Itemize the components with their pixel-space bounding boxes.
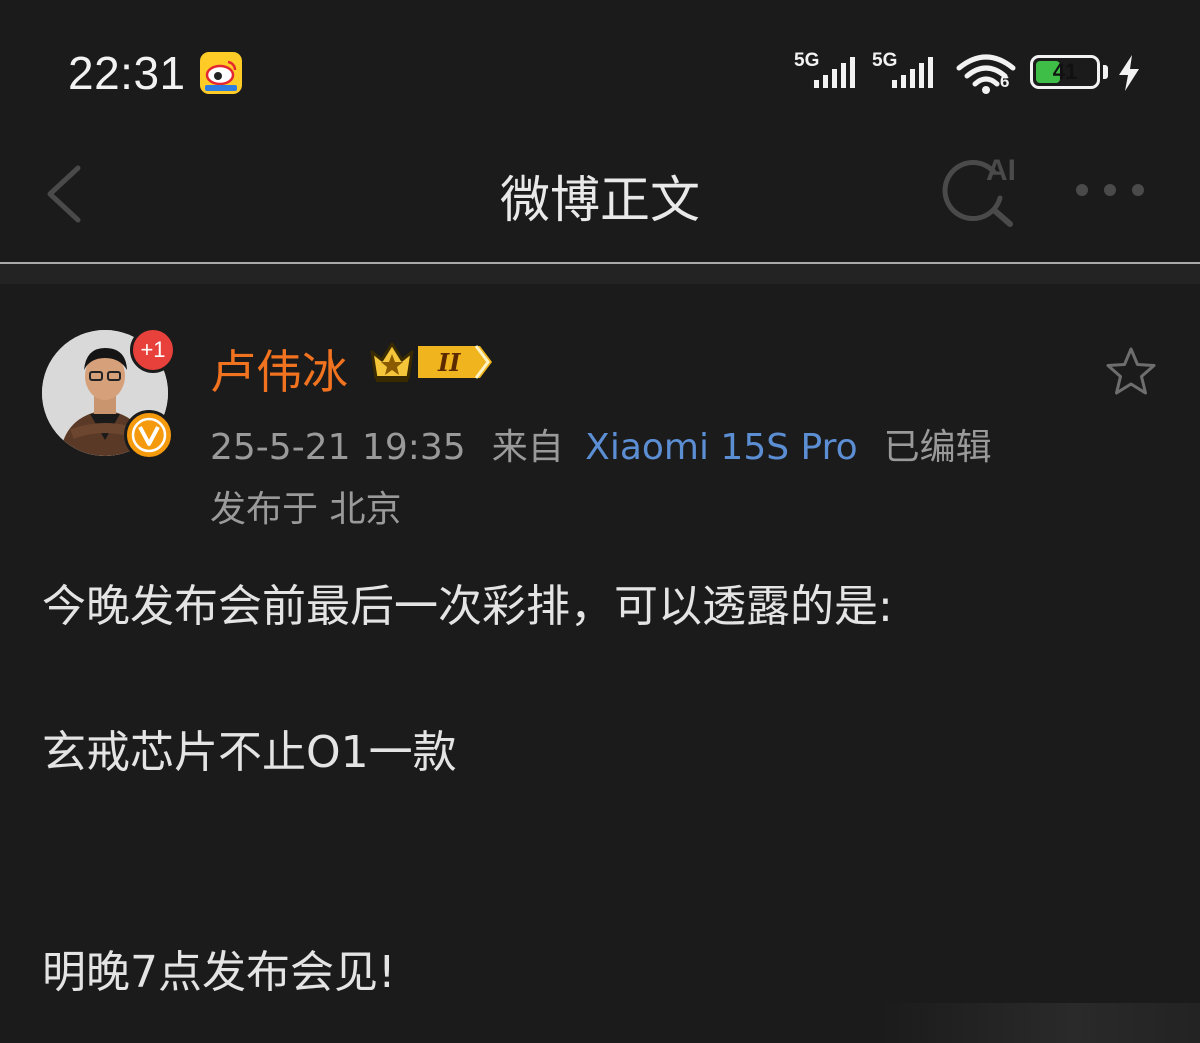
bottom-watermark-fade <box>880 1003 1200 1043</box>
plus-one-badge: +1 <box>130 327 176 373</box>
author-name[interactable]: 卢伟冰 <box>210 336 348 402</box>
status-time: 22:31 <box>68 47 186 99</box>
wifi-icon: 6 <box>956 50 1016 94</box>
battery-indicator: 41 <box>1030 55 1100 89</box>
more-dots-icon[interactable] <box>1072 178 1148 202</box>
verified-v-icon <box>124 410 174 460</box>
source-device-link[interactable]: Xiaomi 15S Pro <box>585 427 857 468</box>
section-gap <box>0 264 1200 284</box>
star-outline-icon[interactable] <box>1104 345 1158 399</box>
weibo-icon <box>200 52 242 94</box>
ai-search-icon[interactable]: AI <box>942 150 1026 230</box>
sim2-signal-icon: 5G <box>872 50 944 90</box>
weibo-post-page: 22:31 5G 5G 6 41 微博正文 AI +1 卢伟冰 II 25-5-… <box>0 0 1200 1043</box>
post-timestamp: 25-5-21 19:35 <box>210 427 466 468</box>
lightning-icon <box>1116 54 1142 92</box>
battery-cap <box>1103 65 1108 79</box>
svg-text:AI: AI <box>986 154 1016 187</box>
membership-level: II <box>437 348 461 377</box>
sim1-signal-icon: 5G <box>794 50 866 90</box>
status-bar: 22:31 5G 5G 6 41 <box>0 0 1200 140</box>
nav-bar: 微博正文 AI <box>0 140 1200 260</box>
post-text-line: 玄戒芯片不止O1一款 <box>42 727 457 778</box>
crown-badge[interactable]: II <box>368 338 496 386</box>
post-meta: 25-5-21 19:35 来自 Xiaomi 15S Pro 已编辑 <box>210 418 992 470</box>
edited-label[interactable]: 已编辑 <box>884 427 992 468</box>
post-text-line: 明晚7点发布会见! <box>42 947 396 998</box>
post-text-line: 今晚发布会前最后一次彩排，可以透露的是: <box>42 581 893 632</box>
source-prefix: 来自 <box>491 427 564 468</box>
post-location: 发布于 北京 <box>210 489 402 530</box>
